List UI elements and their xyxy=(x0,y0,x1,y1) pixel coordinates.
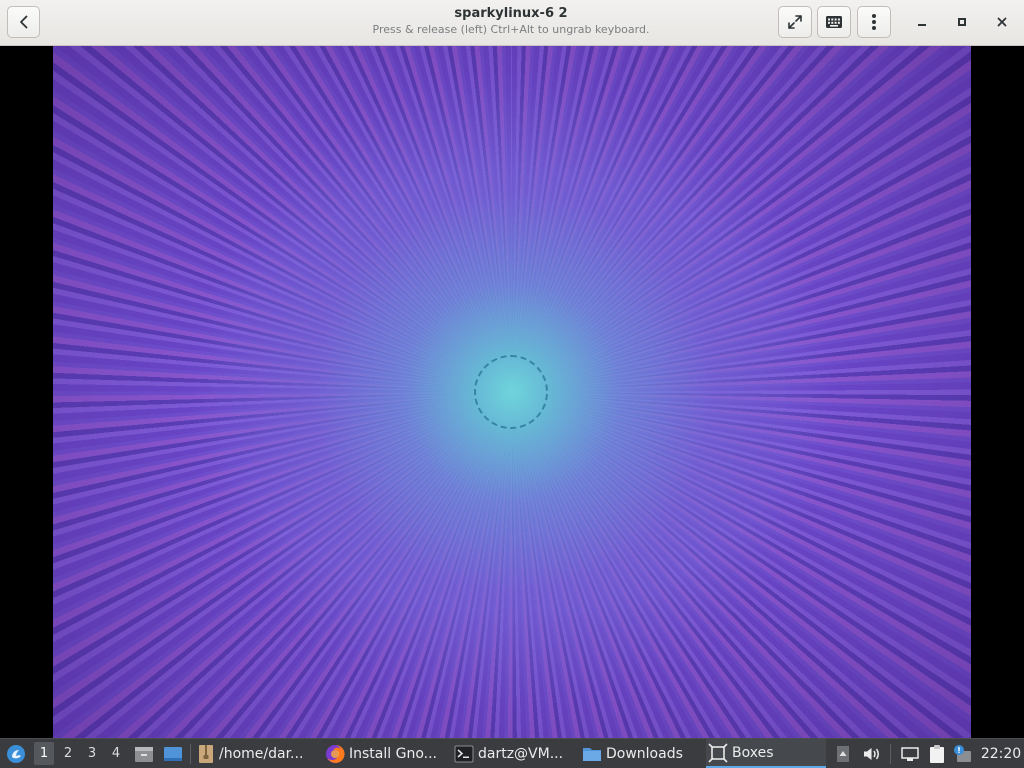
window-subtitle: Press & release (left) Ctrl+Alt to ungra… xyxy=(372,23,650,36)
task-label: Boxes xyxy=(732,744,774,761)
task-label: /home/dar... xyxy=(219,745,304,762)
clipboard-tray[interactable] xyxy=(926,739,948,768)
network-tray[interactable] xyxy=(898,739,922,768)
workspace-1[interactable]: 1 xyxy=(34,742,54,765)
menu-button[interactable] xyxy=(857,6,891,38)
task-firefox[interactable]: Install Gno... xyxy=(323,739,441,768)
file-cabinet-icon xyxy=(135,746,153,762)
close-icon xyxy=(997,17,1007,27)
back-button[interactable] xyxy=(7,6,40,38)
launcher-file-manager[interactable] xyxy=(133,739,155,768)
clipboard-icon xyxy=(930,744,944,763)
maximize-button[interactable] xyxy=(950,10,974,34)
volume-tray[interactable] xyxy=(860,739,884,768)
network-wired-icon xyxy=(901,746,919,761)
firefox-icon xyxy=(326,744,345,763)
fullscreen-button[interactable] xyxy=(778,6,812,38)
boxes-icon xyxy=(708,742,728,763)
wallpaper-center-ring xyxy=(474,355,548,429)
minimize-button[interactable] xyxy=(910,10,934,34)
maximize-icon xyxy=(958,18,966,26)
updates-tray[interactable] xyxy=(952,739,974,768)
sparky-logo-icon xyxy=(7,744,25,763)
vertical-dots-icon xyxy=(872,14,876,30)
back-icon xyxy=(19,15,27,29)
headerbar: sparkylinux-6 2 Press & release (left) C… xyxy=(0,0,1024,46)
tray-separator xyxy=(890,744,891,764)
close-button[interactable] xyxy=(990,10,1014,34)
terminal-icon xyxy=(454,745,474,762)
task-archive[interactable]: /home/dar... xyxy=(195,739,311,768)
launcher-desktop[interactable] xyxy=(162,739,184,768)
clock[interactable]: 22:20 xyxy=(980,739,1022,768)
task-terminal[interactable]: dartz@VM... xyxy=(452,739,570,768)
task-label: Install Gno... xyxy=(349,745,437,762)
update-notification-icon xyxy=(954,744,971,762)
workspace-2[interactable]: 2 xyxy=(58,739,78,768)
keyboard-icon xyxy=(826,16,842,28)
guest-taskbar: 1 2 3 4 /home/dar... Install Gno... dart… xyxy=(0,738,1024,768)
task-label: Downloads xyxy=(606,745,683,762)
volume-icon xyxy=(864,747,879,760)
task-label: dartz@VM... xyxy=(478,745,564,762)
tray-expand-button[interactable] xyxy=(835,739,851,768)
workspace-3[interactable]: 3 xyxy=(82,739,102,768)
vm-screen[interactable] xyxy=(53,46,971,738)
keyboard-button[interactable] xyxy=(817,6,851,38)
vm-display-area xyxy=(0,46,1024,738)
fullscreen-icon xyxy=(788,15,802,29)
task-boxes[interactable]: Boxes xyxy=(706,739,826,768)
app-menu-button[interactable] xyxy=(3,739,29,768)
show-desktop-icon xyxy=(164,746,182,761)
folder-icon xyxy=(583,747,601,761)
tray-up-arrow-icon xyxy=(837,745,849,762)
minimize-icon xyxy=(918,24,926,26)
task-downloads[interactable]: Downloads xyxy=(580,739,696,768)
taskbar-separator xyxy=(190,744,191,764)
workspace-4[interactable]: 4 xyxy=(106,739,126,768)
window-title: sparkylinux-6 2 xyxy=(454,6,568,21)
archive-icon xyxy=(199,744,213,763)
